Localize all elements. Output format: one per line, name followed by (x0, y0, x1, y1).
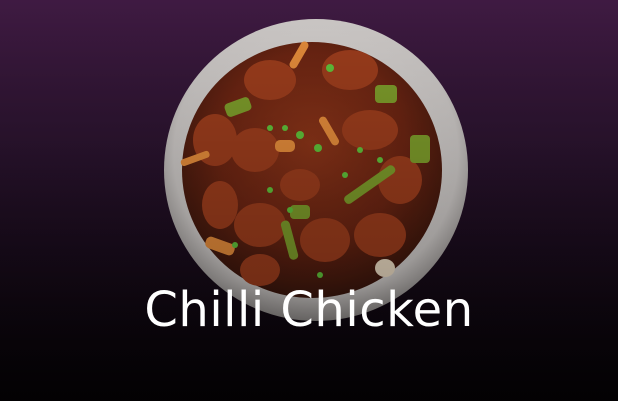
dish-image (0, 0, 618, 401)
dish-title: Chilli Chicken (144, 282, 474, 338)
